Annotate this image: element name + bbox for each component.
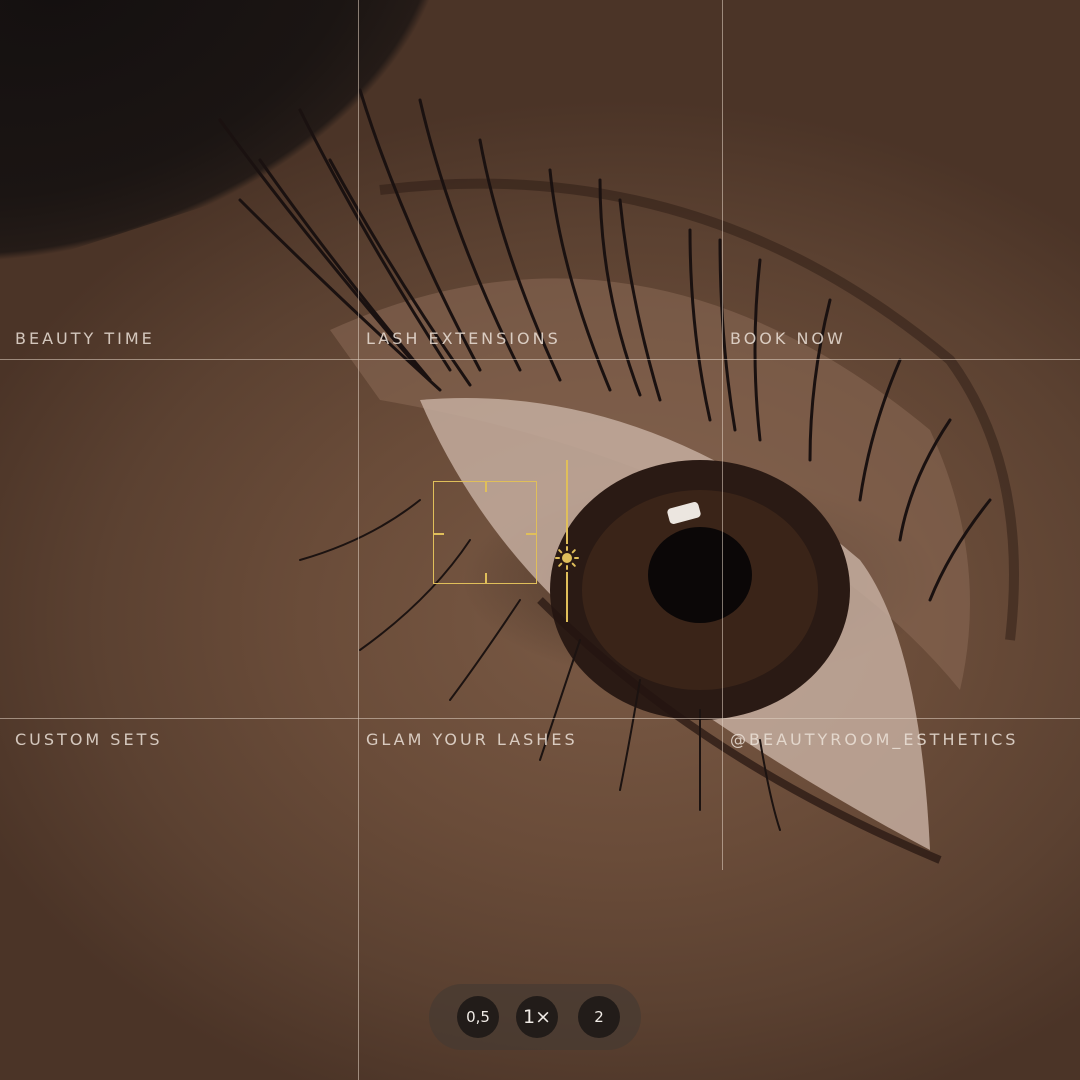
- grid-label-custom-sets: CUSTOM SETS: [15, 730, 163, 749]
- zoom-1x-button[interactable]: 1×: [516, 996, 558, 1038]
- focus-tick-top: [485, 482, 487, 492]
- exposure-slider-track-bottom[interactable]: [566, 572, 568, 622]
- camera-viewfinder[interactable]: BEAUTY TIME LASH EXTENSIONS BOOK NOW CUS…: [0, 0, 1080, 1080]
- grid-label-book-now: BOOK NOW: [730, 329, 846, 348]
- grid-label-lash-extensions: LASH EXTENSIONS: [366, 329, 561, 348]
- focus-tick-right: [526, 533, 536, 535]
- grid-label-handle: @BEAUTYROOM_ESTHETICS: [730, 730, 1019, 749]
- eye-photo: [218, 88, 1019, 864]
- grid-line-horizontal-2: [0, 718, 1080, 719]
- focus-tick-bottom: [485, 573, 487, 583]
- zoom-0-5-button[interactable]: 0,5: [457, 996, 499, 1038]
- grid-label-glam-your-lashes: GLAM YOUR LASHES: [366, 730, 578, 749]
- grid-line-vertical-1: [358, 0, 359, 1080]
- grid-label-beauty-time: BEAUTY TIME: [15, 329, 155, 348]
- zoom-2-button[interactable]: 2: [578, 996, 620, 1038]
- focus-tick-left: [434, 533, 444, 535]
- focus-square-icon[interactable]: [433, 481, 537, 584]
- grid-line-vertical-2: [722, 0, 723, 870]
- zoom-selector: 0,5 1× 2: [429, 984, 641, 1050]
- exposure-slider-track-top[interactable]: [566, 460, 568, 544]
- sun-icon[interactable]: [555, 546, 579, 570]
- grid-line-horizontal-1: [0, 359, 1080, 360]
